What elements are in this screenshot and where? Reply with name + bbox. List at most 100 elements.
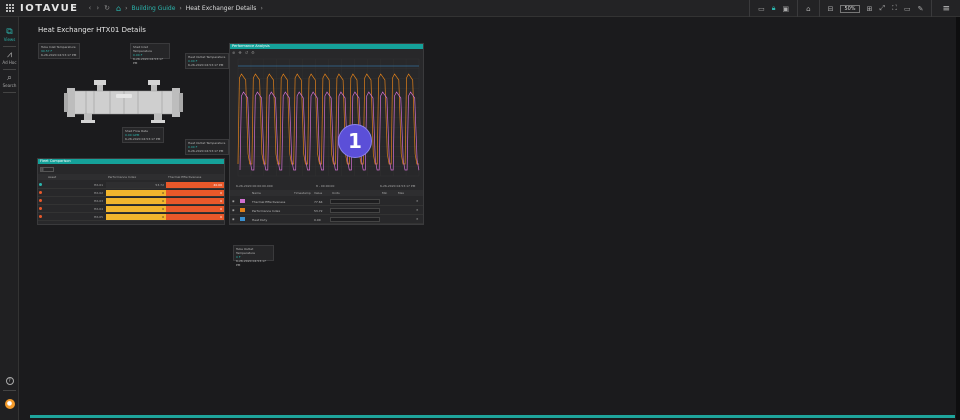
trend-end-time[interactable]: 6-26-2020 04:53:17 PM [380, 184, 415, 188]
table-row[interactable]: HX-03 0 0 [38, 197, 224, 205]
chevron-right-icon: › [260, 4, 263, 12]
units-field[interactable] [330, 199, 380, 204]
canvas-edge [956, 17, 960, 420]
trend-start-time[interactable]: 6-26-2020 00:00:00.000 [236, 184, 273, 188]
performance-index-value: 0 [162, 191, 164, 195]
tag-card-tube-outlet[interactable]: Tube Outlet Temperature 0 F 6-26-2020 04… [233, 245, 274, 267]
eye-icon[interactable]: ◉ [232, 199, 235, 203]
thermal-effectiveness-cell: 40.00 [166, 182, 224, 188]
row-status-icon [39, 183, 42, 186]
tag-time: 6-26-2020 04:53:17 PM [236, 259, 266, 267]
column-header-asset[interactable]: Asset [48, 175, 56, 179]
display-icon[interactable]: ▭ [758, 5, 765, 13]
avatar-icon: ● [4, 399, 15, 409]
row-status-icon [39, 215, 42, 218]
sidebar-divider [3, 92, 16, 93]
chart-icon: ⩘ [6, 50, 13, 60]
table-row[interactable]: HX-04 0 0 [38, 205, 224, 213]
series-swatch[interactable] [240, 208, 245, 212]
legend-header-max[interactable]: Max [398, 191, 404, 195]
sidebar-item-views[interactable]: ⧉ Views [0, 27, 19, 42]
series-remove-icon[interactable]: ✕ [416, 199, 419, 203]
legend-header-timestamp[interactable]: Timestamp [294, 191, 311, 195]
bottom-scroll-bar[interactable] [30, 415, 955, 418]
performance-index-cell: 0 [106, 214, 166, 220]
thermal-effectiveness-cell: 0 [166, 190, 224, 196]
legend-row[interactable]: ◉ Thermal Effectiveness 77.64 ✕ [230, 197, 423, 206]
search-icon: ⌕ [6, 73, 13, 83]
series-name: Heat Duty [252, 218, 268, 222]
fullscreen-icon[interactable]: ⛶ [892, 4, 897, 13]
legend-header-name[interactable]: Name [252, 191, 261, 195]
asset-name: HX-02 [94, 191, 104, 195]
filter-button[interactable]: ☰ [40, 167, 54, 172]
reset-icon[interactable]: ↺ [245, 50, 248, 55]
pan-icon[interactable]: ✥ [238, 50, 241, 55]
breadcrumb-link[interactable]: Building Guide [132, 5, 176, 12]
thermal-effectiveness-value: 40.00 [213, 183, 222, 187]
tag-card-shell-inlet[interactable]: Shell Inlet Temperature 0.00 F 6-26-2020… [130, 43, 170, 65]
tag-card-heat-outlet[interactable]: Heat Outlet Temperature 0.00 F 6-26-2020… [185, 53, 229, 69]
thermal-effectiveness-cell: 0 [166, 198, 224, 204]
home-view-icon[interactable]: ⌂ [806, 5, 810, 13]
legend-row[interactable]: ◉ Heat Duty 0.00 ✕ [230, 215, 423, 224]
step-badge: 1 [338, 124, 372, 158]
eye-icon[interactable]: ◉ [232, 208, 235, 212]
breadcrumb-current: Heat Exchanger Details [185, 4, 257, 12]
legend-header-value[interactable]: Value [314, 191, 322, 195]
performance-index-cell: 53.72 [106, 182, 166, 188]
settings-icon[interactable]: ⚙ [251, 50, 255, 55]
present-icon[interactable]: ▭ [904, 5, 911, 13]
column-header-thermal[interactable]: Thermal Effectiveness [168, 175, 201, 179]
table-row[interactable]: HX-02 0 0 [38, 189, 224, 197]
series-swatch[interactable] [240, 199, 245, 203]
performance-index-value: 0 [162, 199, 164, 203]
table-row[interactable]: HX-01 53.72 40.00 [38, 181, 224, 189]
zoom-out-icon[interactable]: ⊟ [828, 5, 834, 13]
table-row[interactable]: HX-05 0 0 [38, 213, 224, 221]
legend-header-units[interactable]: Units [332, 191, 340, 195]
thermal-effectiveness-cell: 0 [166, 214, 224, 220]
legend-header-min[interactable]: Min [382, 191, 387, 195]
tag-card-shell-flow[interactable]: Shell Flow Rate 0.00 GPM 6-26-2020 04:53… [122, 127, 164, 143]
forward-icon[interactable]: › [96, 4, 99, 12]
logo-text: IOTAVUE [20, 2, 79, 14]
refresh-icon[interactable]: ↻ [104, 4, 110, 12]
units-field[interactable] [330, 208, 380, 213]
asset-name: HX-03 [94, 199, 104, 203]
tag-label: Shell Inlet Temperature [133, 45, 153, 53]
save-icon[interactable]: ▣ [782, 5, 789, 13]
home-icon[interactable]: ⌂ [116, 4, 121, 13]
app-logo[interactable]: IOTAVUE [6, 3, 79, 14]
avatar[interactable]: ● [0, 399, 19, 409]
lock-icon[interactable]: 🔒︎ [772, 4, 776, 13]
series-name: Thermal Effectiveness [252, 200, 286, 204]
sidebar-item-search[interactable]: ⌕ Search [0, 73, 19, 88]
trend-chart[interactable] [230, 56, 423, 182]
zoom-icon[interactable]: ⊕ [232, 50, 235, 55]
back-icon[interactable]: ‹ [89, 4, 92, 12]
fit-icon[interactable]: ⤢ [879, 4, 885, 13]
series-swatch[interactable] [240, 217, 245, 221]
row-status-icon [39, 199, 42, 202]
tag-time: 6-26-2020 04:53:17 PM [125, 137, 161, 141]
tag-card-heat-outlet-2[interactable]: Heat Outlet Temperature 0.00 F 6-26-2020… [185, 139, 229, 155]
help-button[interactable]: ? [0, 377, 19, 385]
menu-icon[interactable]: ≡ [942, 4, 950, 14]
zoom-input[interactable]: 50% [840, 4, 860, 13]
zoom-in-icon[interactable]: ⊞ [867, 5, 873, 13]
units-field[interactable] [330, 217, 380, 222]
series-value: 0.00 [314, 218, 321, 222]
performance-index-value: 53.72 [155, 183, 164, 187]
trend-mid-time[interactable]: 8 - 00:00:00 [316, 184, 334, 188]
series-remove-icon[interactable]: ✕ [416, 208, 419, 212]
top-bar: IOTAVUE ‹ › ↻ ⌂ › Building Guide › Heat … [0, 0, 960, 17]
tag-time: 6-26-2020 04:53:17 PM [41, 53, 77, 57]
series-remove-icon[interactable]: ✕ [416, 217, 419, 221]
sidebar-item-adhoc[interactable]: ⩘ Ad Hoc [0, 50, 19, 65]
column-header-perf[interactable]: Performance Index [108, 175, 136, 179]
eye-icon[interactable]: ◉ [232, 217, 235, 221]
legend-row[interactable]: ◉ Performance Index 53.72 ✕ [230, 206, 423, 215]
comment-icon[interactable]: ✎ [918, 5, 924, 13]
tag-card-tube-inlet[interactable]: Tube Inlet Temperature 90.57 F 6-26-2020… [38, 43, 80, 59]
